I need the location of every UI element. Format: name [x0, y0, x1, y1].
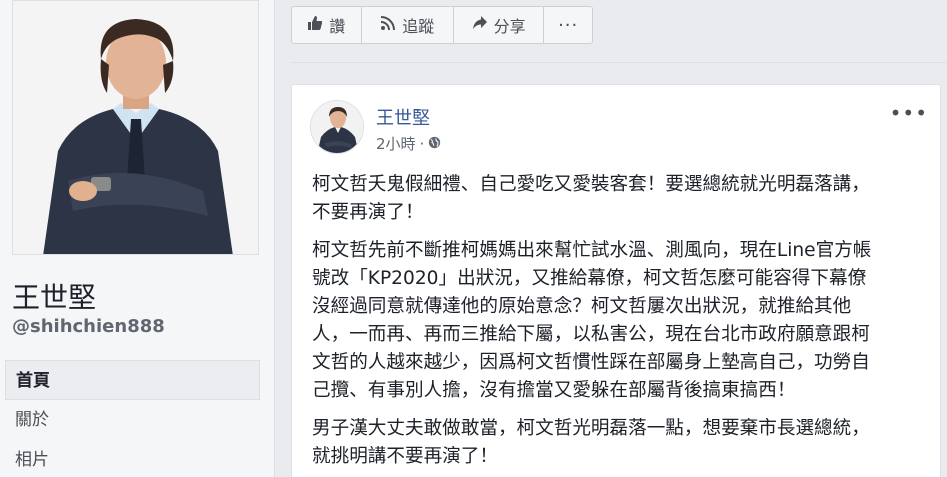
page-nav: 首頁 關於 相片	[5, 360, 260, 477]
share-button[interactable]: 分享	[454, 7, 545, 43]
page-name[interactable]: 王世堅	[12, 276, 96, 316]
post-paragraph: 柯文哲先前不斷推柯媽媽出來幫忙試水溫、測風向，現在Line官方帳 號改「KP20…	[312, 240, 872, 401]
post-options-button[interactable]: •••	[890, 101, 928, 125]
nav-item-photos[interactable]: 相片	[5, 440, 260, 477]
page-handle[interactable]: @shihchien888	[12, 316, 165, 337]
post-paragraph: 男子漢大丈夫敢做敢當，柯文哲光明磊落一點，想要棄市長選總統， 就挑明講不要再演了…	[312, 418, 870, 467]
nav-item-about[interactable]: 關於	[5, 400, 260, 440]
more-options-button[interactable]: ···	[544, 7, 592, 43]
profile-photo-image	[13, 1, 258, 254]
follow-label: 追蹤	[402, 17, 435, 36]
share-arrow-icon	[472, 15, 488, 35]
avatar-image	[311, 101, 363, 153]
post-author-name[interactable]: 王世堅	[376, 104, 430, 130]
post-meta: 2小時 ·	[376, 133, 441, 154]
author-avatar[interactable]	[310, 100, 364, 154]
meta-separator: ·	[419, 134, 425, 153]
like-label: 讚	[329, 17, 346, 36]
divider	[291, 62, 947, 63]
thumbs-up-icon	[307, 15, 323, 35]
post-card: 王世堅 2小時 · ••• 柯文哲夭鬼假細禮、自己愛吃又愛裝客套！要選總統就光明…	[291, 84, 941, 477]
follow-button[interactable]: 追蹤	[362, 7, 454, 43]
post-timestamp[interactable]: 2小時	[376, 133, 416, 154]
globe-icon	[428, 135, 441, 153]
nav-item-home[interactable]: 首頁	[5, 360, 260, 400]
left-column: 王世堅 @shihchien888 首頁 關於 相片	[0, 0, 275, 477]
share-label: 分享	[493, 17, 526, 36]
post-paragraph: 柯文哲夭鬼假細禮、自己愛吃又愛裝客套！要選總統就光明磊落講， 不要再演了！	[312, 174, 870, 223]
page-action-bar: 讚 追蹤 分享 ···	[291, 6, 593, 44]
rss-icon	[380, 15, 396, 35]
post-body: 柯文哲夭鬼假細禮、自己愛吃又愛裝客套！要選總統就光明磊落講， 不要再演了！ 柯文…	[312, 171, 932, 477]
like-button[interactable]: 讚	[292, 7, 362, 43]
profile-photo[interactable]	[12, 0, 259, 255]
